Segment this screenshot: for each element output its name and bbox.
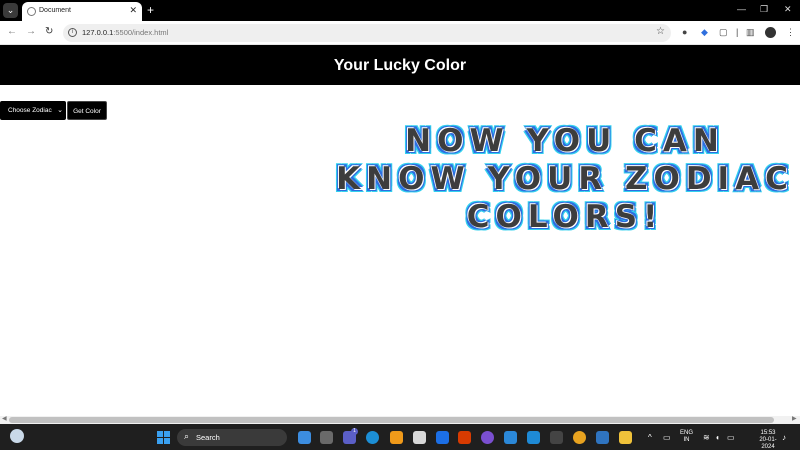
notification-badge: 1 — [351, 428, 358, 435]
divider: | — [736, 27, 739, 37]
hero-heading: NOW YOU CAN KNOW YOUR ZODIAC COLORS! — [330, 122, 800, 236]
github-app-icon[interactable] — [481, 431, 494, 444]
url-host: 127.0.0.1 — [82, 28, 114, 37]
weather-icon[interactable] — [10, 429, 24, 443]
taskbar-search[interactable]: ⌕ Search — [177, 429, 287, 446]
clock-time: 15:53 — [760, 430, 776, 436]
tab-title: Document — [39, 7, 71, 14]
minimize-icon[interactable]: — — [737, 4, 746, 14]
page-header: Your Lucky Color — [0, 45, 800, 85]
photos-app-icon[interactable] — [596, 431, 609, 444]
url-text: 127.0.0.1:5500/index.html — [82, 28, 168, 37]
zodiac-select-value: Choose Zodiac — [8, 107, 52, 114]
scroll-right-icon[interactable]: ▶ — [792, 415, 797, 422]
office-app-icon[interactable] — [458, 431, 471, 444]
tab-search-icon[interactable]: ⌄ — [3, 3, 18, 18]
address-bar[interactable]: i 127.0.0.1:5500/index.html ☆ — [63, 24, 671, 42]
bookmark-star-icon[interactable]: ☆ — [656, 26, 665, 37]
browser-tab-strip: ⌄ Document ✕ + — ❐ ✕ — [0, 0, 800, 21]
search-icon: ⌕ — [184, 431, 190, 441]
language-code: ENG — [680, 430, 694, 436]
file-explorer-icon[interactable] — [619, 431, 632, 444]
volume-icon[interactable]: ◖ — [715, 433, 720, 442]
show-hidden-icons-icon[interactable]: ^ — [648, 433, 652, 442]
menu-dots-icon[interactable]: ⋮ — [786, 27, 795, 38]
close-window-icon[interactable]: ✕ — [784, 4, 792, 15]
side-panel-icon[interactable]: ▥ — [746, 27, 755, 38]
url-path: :5500/index.html — [113, 28, 169, 37]
extension-shield-icon[interactable]: ◆ — [701, 27, 708, 38]
site-info-icon[interactable]: i — [68, 28, 77, 37]
reload-icon[interactable]: ↻ — [45, 26, 53, 37]
hero-line-3: COLORS! — [466, 199, 664, 235]
profile-avatar[interactable] — [765, 27, 776, 38]
wifi-icon[interactable]: ≋ — [703, 433, 710, 442]
language-region: IN — [683, 437, 690, 443]
back-icon[interactable]: ← — [7, 26, 17, 37]
search-label: Search — [196, 433, 220, 442]
browser-toolbar: ← → ↻ i 127.0.0.1:5500/index.html ☆ ● ◆ … — [0, 21, 800, 45]
scroll-left-icon[interactable]: ◀ — [2, 415, 7, 422]
extensions-puzzle-icon[interactable]: ▢ — [719, 27, 728, 38]
new-tab-icon[interactable]: + — [147, 3, 154, 17]
mail-app-icon[interactable] — [504, 431, 517, 444]
zodiac-select[interactable]: Choose Zodiac ⌄ — [0, 101, 66, 120]
hero-line-1: NOW YOU CAN — [405, 123, 725, 159]
taskbar: ⌕ Search 1 ^ ▭ ENG IN ≋ ◖ ▭ 15:53 20-01-20… — [0, 424, 800, 450]
scrollbar-thumb[interactable] — [9, 417, 774, 423]
sublime-app-icon[interactable] — [390, 431, 403, 444]
horizontal-scrollbar[interactable]: ◀ ▶ — [0, 416, 800, 424]
language-indicator[interactable]: ENG IN — [680, 430, 693, 444]
edge-app-icon[interactable] — [366, 431, 379, 444]
chrome-app-icon[interactable] — [573, 431, 586, 444]
vscode-app-icon[interactable] — [527, 431, 540, 444]
page-title: Your Lucky Color — [333, 57, 467, 74]
dropbox-app-icon[interactable] — [436, 431, 449, 444]
notification-bell-icon[interactable]: ♪ — [782, 433, 786, 442]
microphone-icon[interactable]: ● — [682, 27, 687, 37]
windows-start-icon[interactable] — [157, 431, 170, 444]
get-color-button[interactable]: Get Color — [67, 101, 107, 120]
task-view-icon[interactable] — [320, 431, 333, 444]
terminal-app-icon[interactable] — [550, 431, 563, 444]
widgets-app-icon[interactable] — [298, 431, 311, 444]
battery-icon[interactable]: ▭ — [727, 433, 735, 442]
keyboard-icon[interactable]: ▭ — [663, 433, 671, 442]
hero-line-2: KNOW YOUR ZODIAC — [336, 161, 794, 197]
globe-icon — [27, 7, 36, 16]
store-app-icon[interactable] — [413, 431, 426, 444]
chevron-down-icon: ⌄ — [57, 107, 63, 114]
close-tab-icon[interactable]: ✕ — [129, 5, 137, 16]
clock[interactable]: 15:53 20-01-2024 — [754, 430, 782, 450]
browser-tab[interactable]: Document ✕ — [22, 2, 142, 21]
screen: ⌄ Document ✕ + — ❐ ✕ ← → ↻ i 127.0.0.1:5… — [0, 0, 800, 450]
clock-date: 20-01-2024 — [759, 437, 777, 450]
maximize-icon[interactable]: ❐ — [760, 4, 768, 15]
forward-icon[interactable]: → — [26, 26, 36, 37]
